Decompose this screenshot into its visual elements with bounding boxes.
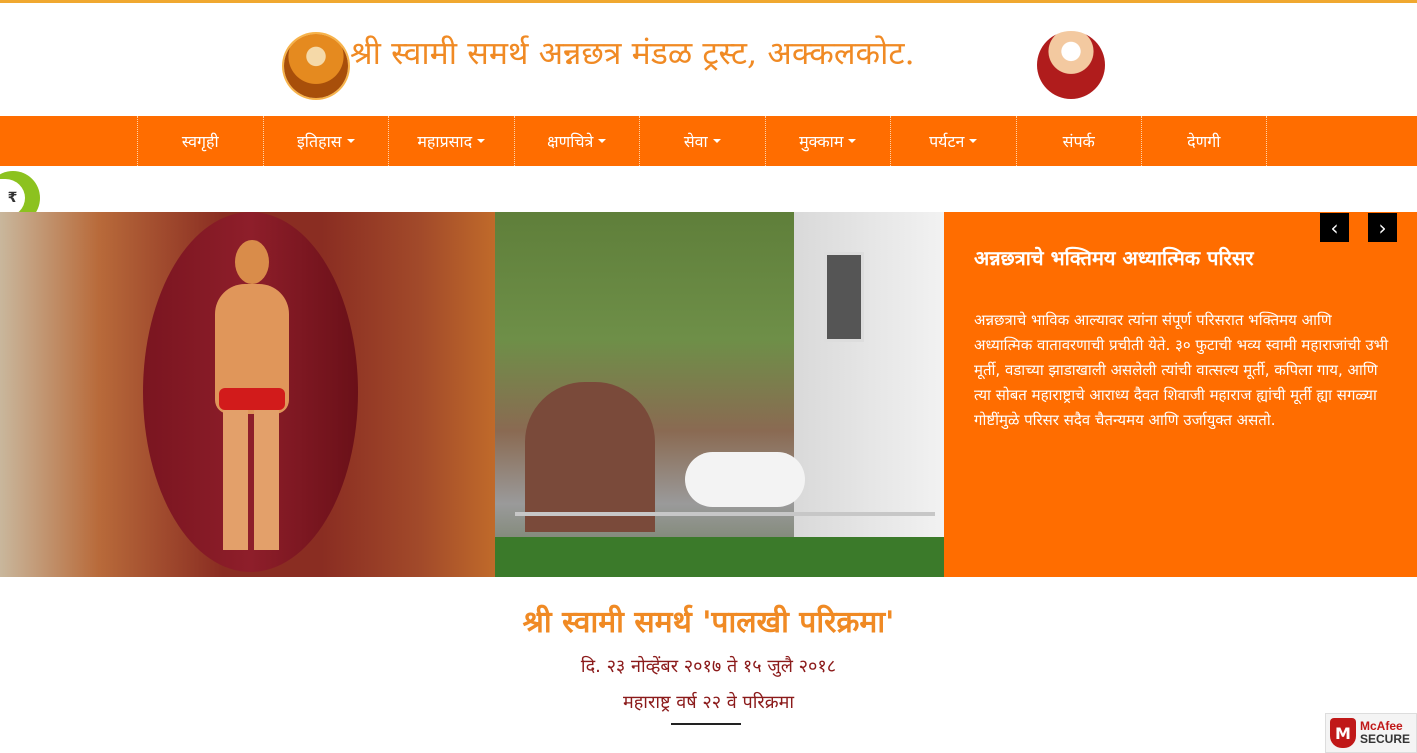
nav-label: पर्यटन [929,132,965,151]
main-nav: स्वगृही इतिहास महाप्रसाद क्षणचित्रे सेवा… [0,116,1417,166]
mcafee-secure-badge[interactable]: M McAfee SECURE [1325,713,1417,753]
caret-down-icon [969,139,978,143]
slide-image-banyan-shrine [495,212,944,577]
slide-caption-title: अन्नछत्राचे भक्तिमय अध्यात्मिक परिसर [974,246,1254,270]
swami-logo-left[interactable] [284,34,348,98]
slide-caption-panel: ‹ › अन्नछत्राचे भक्तिमय अध्यात्मिक परिसर… [944,212,1417,577]
slider-next-button[interactable]: › [1368,213,1397,242]
nav-label: सेवा [683,132,708,151]
nav-label: मुक्काम [799,132,844,151]
caret-down-icon [598,139,607,143]
nav-item-gallery[interactable]: क्षणचित्रे [513,116,640,166]
palkhi-section-title: श्री स्वामी समर्थ 'पालखी परिक्रमा' [522,605,895,640]
cow-statue [685,452,805,507]
caret-down-icon [477,139,486,143]
nav-item-contact[interactable]: संपर्क [1015,116,1142,166]
nav-item-seva[interactable]: सेवा [639,116,765,166]
nav-item-donation[interactable]: देणगी [1141,116,1267,166]
building-wall [794,212,944,577]
nav-item-stay[interactable]: मुक्काम [764,116,891,166]
nav-list: स्वगृही इतिहास महाप्रसाद क्षणचित्रे सेवा… [137,116,1267,166]
caret-down-icon [712,139,721,143]
mcafee-label: SECURE [1360,732,1411,746]
nav-item-mahaprasad[interactable]: महाप्रसाद [388,116,514,166]
nav-item-tourism[interactable]: पर्यटन [890,116,1016,166]
statue-legs [223,410,279,550]
shrine-cave [525,382,655,532]
railing [515,512,935,516]
palkhi-section-subtitle: महाराष्ट्र वर्ष २२ वे परिक्रमा [622,692,795,713]
slider-prev-button[interactable]: ‹ [1320,213,1349,242]
nav-label: देणगी [1187,132,1221,151]
nav-label: क्षणचित्रे [547,132,594,151]
mcafee-text: McAfee SECURE [1360,720,1410,746]
hero-slider: ‹ › अन्नछत्राचे भक्तिमय अध्यात्मिक परिसर… [0,212,1417,577]
nav-item-home[interactable]: स्वगृही [137,116,263,166]
nav-label: संपर्क [1062,132,1095,151]
portrait-logo-right [1037,31,1105,99]
caret-down-icon [848,139,857,143]
statue-oval-frame [143,212,358,572]
nav-item-history[interactable]: इतिहास [262,116,389,166]
caret-down-icon [346,139,355,143]
slide-image-standing-statue [0,212,495,577]
nav-label: स्वगृही [181,132,219,151]
grass [495,537,944,577]
statue-head [235,240,269,284]
building-window [824,252,864,342]
nav-label: इतिहास [296,132,342,151]
mcafee-shield-icon: M [1330,718,1356,748]
nav-label: महाप्रसाद [417,132,473,151]
site-title[interactable]: श्री स्वामी समर्थ अन्नछत्र मंडळ ट्रस्ट, … [350,31,1040,75]
statue-cloth [219,388,285,410]
palkhi-section-date: दि. २३ नोव्हेंबर २०१७ ते १५ जुलै २०१८ [580,656,837,677]
slide-caption-text: अन्नछत्राचे भाविक आल्यावर त्यांना संपूर्… [974,311,1389,429]
section-divider [671,723,741,725]
site-header: श्री स्वामी समर्थ अन्नछत्र मंडळ ट्रस्ट, … [0,3,1417,115]
